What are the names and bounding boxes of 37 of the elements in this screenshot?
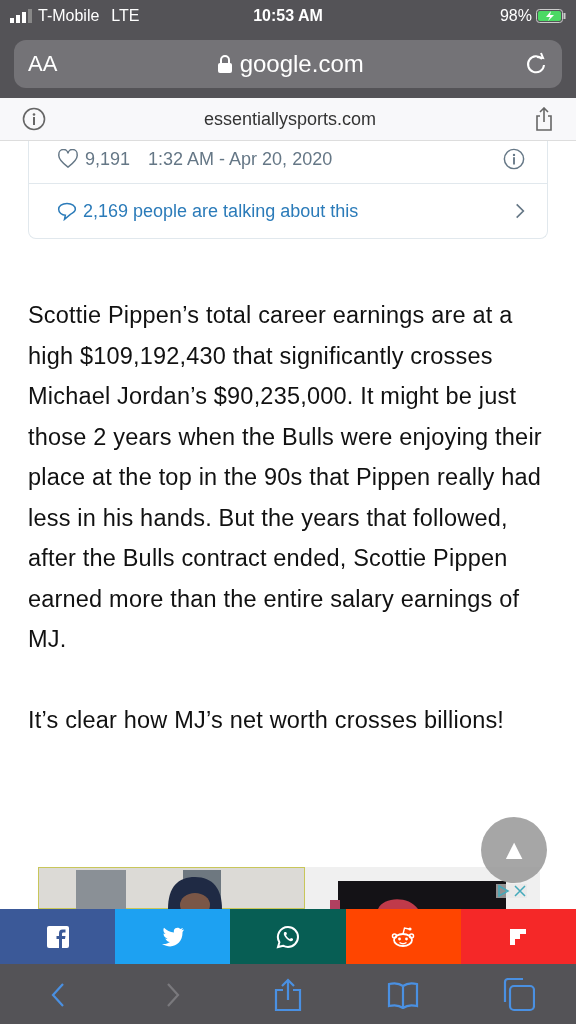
tabs-icon[interactable] — [501, 977, 536, 1012]
reload-icon[interactable] — [524, 52, 548, 76]
address-bar[interactable]: AA google.com — [14, 40, 562, 88]
share-button[interactable] — [115, 909, 231, 964]
scroll-to-top-button[interactable]: ▲ — [481, 817, 547, 883]
bird-icon[interactable] — [160, 926, 185, 947]
like-count: 9,191 — [85, 148, 131, 170]
share-button[interactable] — [460, 909, 576, 964]
heart-icon[interactable] — [57, 149, 79, 169]
flipboard-icon[interactable] — [510, 928, 527, 945]
article-paragraph: Scottie Pippen’s total career earnings are at a high $109,192,430 that significantly crosses Michael Jordan’s $90,235,000. It might be just those 2 years when the Bulls were enjoying their place at the top in the 90s that Pippen really had less in his hands. But the years that followed, after the Bulls contract ended, Scottie Pippen earned more than the entire salary earnings of MJ. — [28, 301, 543, 654]
signal-icon — [10, 9, 32, 23]
site-domain: essentiallysports.com — [202, 108, 378, 130]
network-type: LTE — [111, 7, 140, 25]
clock: 10:53 AM — [252, 7, 324, 25]
speech-bubble-icon — [57, 201, 77, 221]
text-size-button[interactable]: AA — [28, 51, 58, 77]
chevron-right-icon — [515, 202, 525, 220]
facebook-icon[interactable] — [46, 925, 69, 948]
tweet-timestamp[interactable]: 1:32 AM - Apr 20, 2020 — [148, 148, 333, 170]
share-button[interactable] — [0, 909, 116, 964]
phone-bubble-icon[interactable] — [276, 924, 300, 949]
share-icon[interactable] — [274, 977, 302, 1012]
info-icon[interactable] — [503, 148, 525, 170]
carrier-name: T-Mobile — [38, 7, 100, 25]
battery-percent: 98% — [499, 7, 532, 25]
share-button[interactable] — [230, 909, 346, 964]
share-icon[interactable] — [534, 107, 554, 131]
back-icon[interactable] — [50, 981, 65, 1008]
conversation-link[interactable]: 2,169 people are talking about this — [29, 183, 547, 238]
article-paragraph: It’s clear how MJ’s net worth crosses billions! — [28, 705, 506, 735]
info-icon[interactable] — [22, 107, 46, 131]
close-icon[interactable] — [513, 884, 527, 898]
alien-icon[interactable] — [391, 924, 416, 949]
address-text: google.com — [239, 50, 364, 78]
adchoices-icon — [496, 884, 510, 898]
book-icon[interactable] — [387, 980, 420, 1009]
